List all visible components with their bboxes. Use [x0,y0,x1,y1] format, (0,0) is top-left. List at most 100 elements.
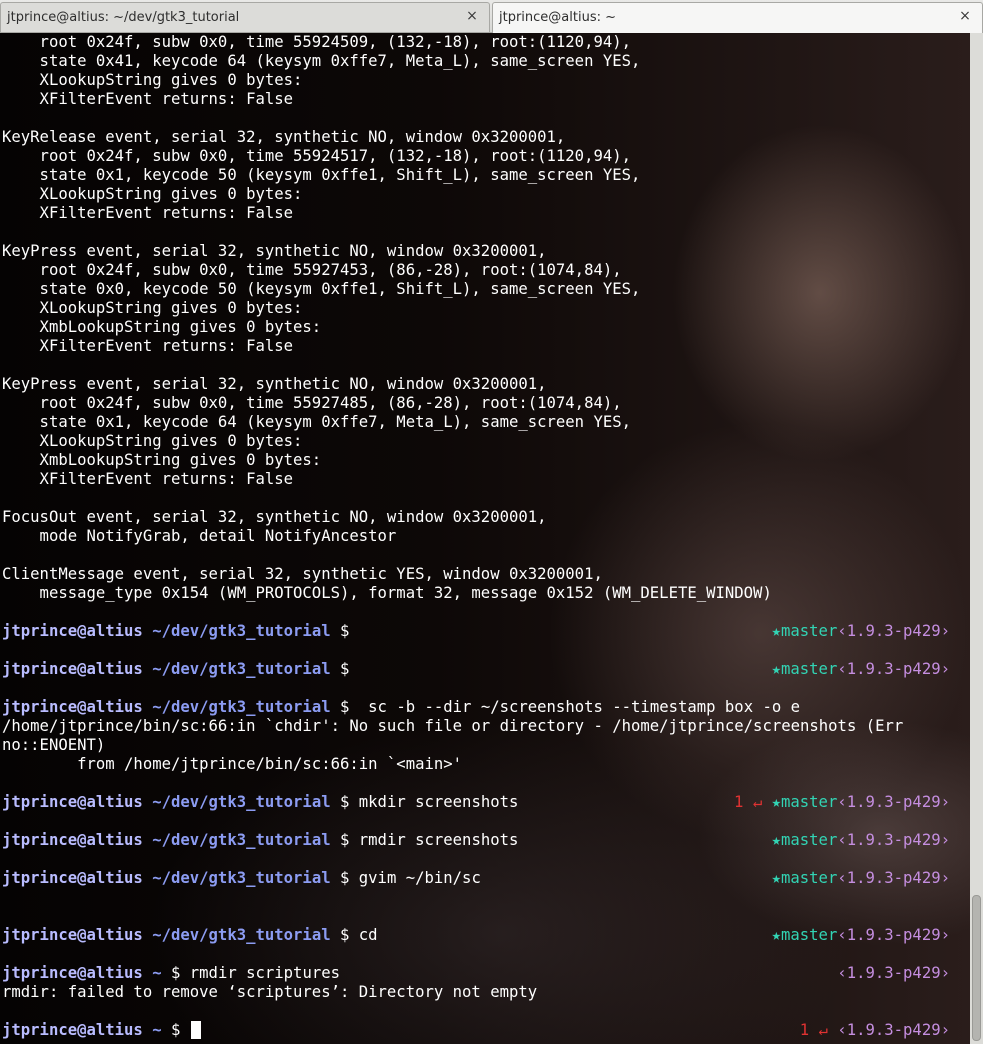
prompt-symbol: $ [171,964,181,982]
command-text[interactable]: sc -b --dir ~/screenshots --timestamp bo… [349,698,800,716]
right-prompt: ★master‹1.9.3-p429› [772,869,950,888]
terminal-view[interactable]: root 0x24f, subw 0x0, time 55924509, (13… [0,33,970,1044]
output-line: state 0x0, keycode 50 (keysym 0xffe1, Sh… [2,280,641,298]
command-text[interactable]: mkdir screenshots [349,793,519,811]
output-line: XLookupString gives 0 bytes: [2,432,303,450]
ruby-version: ‹1.9.3-p429› [837,660,950,678]
output-line: state 0x1, keycode 50 (keysym 0xffe1, Sh… [2,166,641,184]
command-text[interactable]: rmdir scriptures [180,964,340,982]
output-line: XmbLookupString gives 0 bytes: [2,318,322,336]
right-prompt: ★master‹1.9.3-p429› [772,660,950,679]
tab-title: jtprince@altius: ~ [499,10,617,25]
tab-gtk3-tutorial[interactable]: jtprince@altius: ~/dev/gtk3_tutorial × [0,2,490,32]
prompt-line: jtprince@altius ~ $ rmdir scriptures ‹1.9… [2,964,968,983]
output-line: XFilterEvent returns: False [2,337,294,355]
prompt-symbol: $ [340,660,350,678]
git-branch: ★master [771,660,838,678]
close-icon[interactable]: × [958,9,972,23]
tab-title: jtprince@altius: ~/dev/gtk3_tutorial [7,10,240,25]
command-text[interactable]: gvim ~/bin/sc [349,869,481,887]
prompt-path: ~/dev/gtk3_tutorial [152,869,331,887]
output-line: no::ENOENT) [2,736,106,754]
output-line: root 0x24f, subw 0x0, time 55927485, (86… [2,394,622,412]
tab-home[interactable]: jtprince@altius: ~ × [492,2,983,33]
prompt-line: jtprince@altius ~/dev/gtk3_tutorial $ sc… [2,698,968,717]
output-line: ClientMessage event, serial 32, syntheti… [2,565,603,583]
prompt-symbol: $ [340,698,350,716]
output-line: XFilterEvent returns: False [2,204,294,222]
output-line: message_type 0x154 (WM_PROTOCOLS), forma… [2,584,772,602]
prompt-line: jtprince@altius ~/dev/gtk3_tutorial $ cd… [2,926,968,945]
close-icon[interactable]: × [465,9,479,23]
prompt-path: ~/dev/gtk3_tutorial [152,793,331,811]
ruby-version: ‹1.9.3-p429› [837,1021,950,1039]
scrollbar[interactable] [970,33,983,1044]
prompt-path: ~/dev/gtk3_tutorial [152,698,331,716]
scrollbar-thumb[interactable] [972,895,981,1041]
prompt-user: jtprince@altius [2,926,143,944]
right-prompt: ★master‹1.9.3-p429› [772,831,950,850]
output-line: root 0x24f, subw 0x0, time 55927453, (86… [2,261,622,279]
ruby-version: ‹1.9.3-p429› [837,964,950,982]
git-branch: ★master [771,926,838,944]
prompt-symbol: $ [340,793,350,811]
prompt-symbol: $ [340,622,350,640]
prompt-symbol: $ [340,831,350,849]
prompt-path: ~ [152,1021,162,1039]
prompt-line: jtprince@altius ~/dev/gtk3_tutorial $ mk… [2,793,968,812]
output-line: root 0x24f, subw 0x0, time 55924509, (13… [2,33,632,51]
prompt-user: jtprince@altius [2,660,143,678]
prompt-line: jtprince@altius ~ $ 1 ↵ ‹1.9.3-p429› [2,1021,968,1040]
output-line: from /home/jtprince/bin/sc:66:in `<main>… [2,755,463,773]
prompt-user: jtprince@altius [2,793,143,811]
output-line: rmdir: failed to remove ‘scriptures’: Di… [2,983,538,1001]
prompt-user: jtprince@altius [2,622,143,640]
prompt-path: ~/dev/gtk3_tutorial [152,831,331,849]
right-prompt: ★master‹1.9.3-p429› [772,622,950,641]
git-branch: ★master [771,869,838,887]
output-line: XFilterEvent returns: False [2,90,294,108]
ruby-version: ‹1.9.3-p429› [837,831,950,849]
terminal-output: root 0x24f, subw 0x0, time 55924509, (13… [2,33,968,1040]
cursor [190,1021,201,1039]
prompt-path: ~/dev/gtk3_tutorial [152,926,331,944]
prompt-user: jtprince@altius [2,1021,143,1039]
ruby-version: ‹1.9.3-p429› [837,926,950,944]
command-text[interactable]: rmdir screenshots [349,831,519,849]
ruby-version: ‹1.9.3-p429› [837,622,950,640]
right-prompt: 1 ↵ ★master‹1.9.3-p429› [734,793,950,812]
output-line: state 0x41, keycode 64 (keysym 0xffe7, M… [2,52,641,70]
prompt-user: jtprince@altius [2,869,143,887]
command-text[interactable]: cd [349,926,378,944]
output-line: XLookupString gives 0 bytes: [2,185,303,203]
output-line: KeyPress event, serial 32, synthetic NO,… [2,375,547,393]
command-text[interactable] [180,1021,189,1039]
git-branch: ★master [771,622,838,640]
prompt-path: ~/dev/gtk3_tutorial [152,622,331,640]
output-line: /home/jtprince/bin/sc:66:in `chdir': No … [2,717,904,735]
prompt-path: ~ [152,964,162,982]
prompt-symbol: $ [340,869,350,887]
prompt-path: ~/dev/gtk3_tutorial [152,660,331,678]
output-line: XFilterEvent returns: False [2,470,294,488]
ruby-version: ‹1.9.3-p429› [837,793,950,811]
prompt-user: jtprince@altius [2,698,143,716]
prompt-symbol: $ [171,1021,181,1039]
output-line: KeyRelease event, serial 32, synthetic N… [2,128,566,146]
prompt-symbol: $ [340,926,350,944]
git-branch: ★master [771,793,838,811]
output-line: XmbLookupString gives 0 bytes: [2,451,322,469]
prompt-line: jtprince@altius ~/dev/gtk3_tutorial $ ★ma… [2,660,968,679]
output-line: FocusOut event, serial 32, synthetic NO,… [2,508,547,526]
